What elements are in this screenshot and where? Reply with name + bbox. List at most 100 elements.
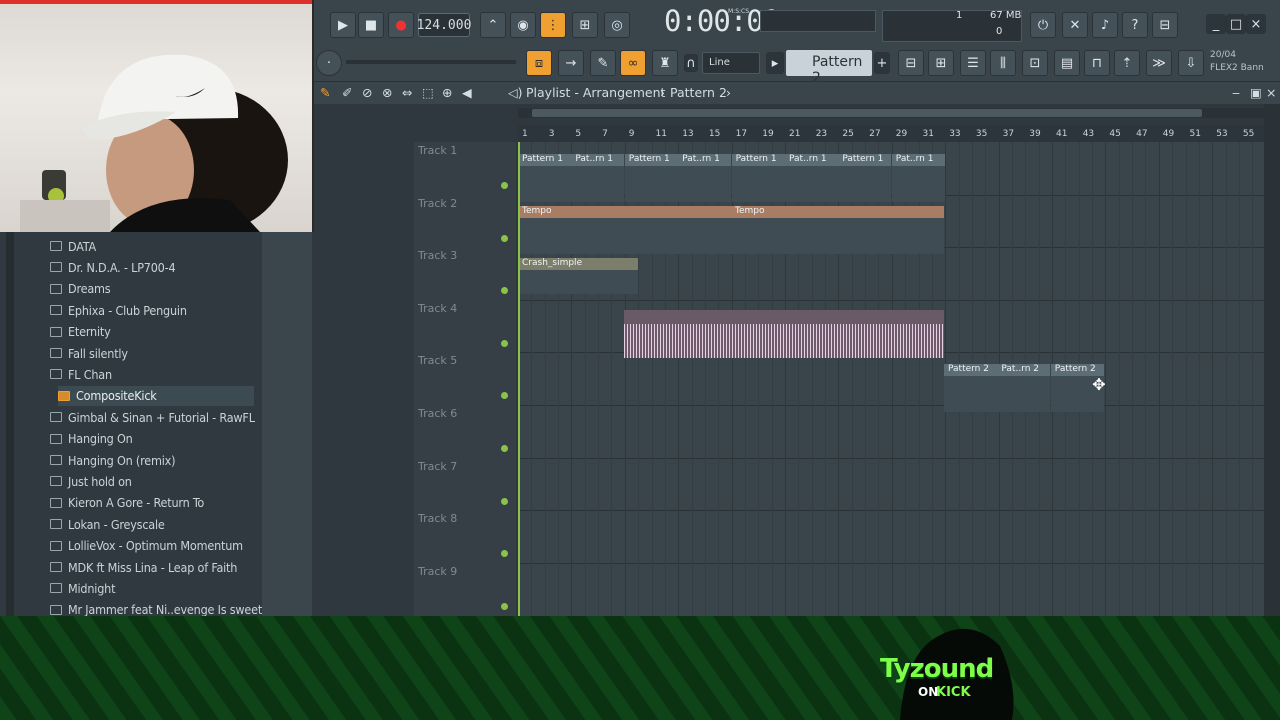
track-label[interactable]: Track 2: [418, 197, 457, 210]
browser-icon[interactable]: ⊡: [1022, 50, 1048, 76]
playhead[interactable]: [518, 142, 520, 616]
track-label[interactable]: Track 5: [418, 354, 457, 367]
track-label[interactable]: Track 3: [418, 249, 457, 262]
track-enable-dot[interactable]: [501, 602, 508, 610]
reset-icon[interactable]: ⏻: [1030, 12, 1056, 38]
track-enable-dot[interactable]: [501, 182, 508, 189]
arrangement-grid[interactable]: Pattern 1 Pat..rn 1 Pattern 1 Pat..rn 1 Patt…: [518, 142, 1268, 616]
pattern-clip[interactable]: Pat..rn 1: [891, 154, 945, 202]
track-enable-dot[interactable]: [501, 339, 508, 347]
window-close-icon[interactable]: ×: [1266, 85, 1276, 100]
automation-clip[interactable]: Tempo: [518, 206, 731, 254]
mixer-icon[interactable]: ⊟: [898, 50, 924, 76]
window-minimize-icon[interactable]: ‒: [1232, 85, 1240, 100]
browser-folder-item[interactable]: Hanging On: [50, 429, 133, 449]
pattern-prev-icon[interactable]: ▸: [766, 52, 784, 74]
pattern-clip[interactable]: Pattern 1: [624, 154, 678, 202]
position-slider[interactable]: [346, 60, 516, 64]
browser-folder-item[interactable]: LollieVox - Optimum Momentum: [50, 536, 243, 556]
playback-icon[interactable]: ◀: [462, 85, 472, 100]
pattern-clip[interactable]: Pat..rn 1: [571, 154, 625, 202]
browser-folder-item[interactable]: FL Chan: [50, 364, 112, 384]
snap-select[interactable]: Line: [702, 52, 760, 74]
track-enable-dot[interactable]: [501, 445, 508, 452]
pattern-select[interactable]: Pattern 2: [786, 50, 872, 86]
browser-folder-item[interactable]: Ephixa - Club Penguin: [50, 300, 187, 320]
download-icon[interactable]: ⇩: [1178, 50, 1204, 76]
timeline-ruler[interactable]: 1 3 5 7 9 11 13 15 17 19 21 23 25 27 29 31 33 35 37 39 41 43 4…: [518, 126, 1268, 142]
track-label[interactable]: Track 7: [418, 460, 457, 473]
pattern-clip[interactable]: Pattern 2: [944, 364, 997, 412]
track-label[interactable]: Track 8: [418, 512, 457, 525]
tempo-tapper-icon[interactable]: ⇡: [1114, 50, 1140, 76]
step-edit-icon[interactable]: ⊞: [572, 12, 598, 38]
save-icon[interactable]: ⊟: [1152, 12, 1178, 38]
pencil-icon[interactable]: ✎: [590, 50, 616, 76]
minimize-icon[interactable]: _: [1206, 14, 1226, 34]
faders-icon[interactable]: ⫼: [990, 50, 1016, 76]
automation-clip[interactable]: Tempo: [731, 206, 944, 254]
play-button[interactable]: ▶: [330, 12, 356, 38]
stamp-icon[interactable]: ♜: [652, 50, 678, 76]
metronome-icon[interactable]: ⌃: [480, 12, 506, 38]
track-enable-dot[interactable]: [501, 287, 508, 295]
browser-folder-item[interactable]: Dr. N.D.A. - LP700-4: [50, 257, 176, 277]
pattern-clip[interactable]: Pat..rn 1: [678, 154, 732, 202]
pattern-clip[interactable]: Pattern 1: [518, 154, 571, 202]
microphone-icon[interactable]: ♪: [1092, 12, 1118, 38]
loop-record-icon[interactable]: ◎: [604, 12, 630, 38]
browser-folder-item[interactable]: Just hold on: [50, 471, 132, 491]
slip-icon[interactable]: ⇔: [402, 85, 412, 100]
close-icon[interactable]: ×: [1246, 14, 1266, 34]
track-label[interactable]: Track 1: [418, 144, 457, 157]
vertical-scrollbar[interactable]: [1264, 104, 1280, 616]
window-restore-icon[interactable]: ▣: [1250, 85, 1262, 100]
horizontal-scrollbar[interactable]: [518, 108, 1268, 118]
brush-icon[interactable]: ✐: [342, 85, 352, 100]
master-pitch-knob-icon[interactable]: ·: [316, 50, 342, 76]
record-button[interactable]: ●: [388, 12, 414, 38]
master-volume-meter[interactable]: [760, 10, 876, 32]
maximize-icon[interactable]: □: [1226, 14, 1246, 34]
browser-folder-item[interactable]: DATA: [50, 236, 96, 256]
delete-icon[interactable]: ⊘: [362, 85, 372, 100]
wait-record-icon[interactable]: ◉: [510, 12, 536, 38]
browser-folder-item[interactable]: Gimbal & Sinan + Futorial - RawFL: [50, 407, 255, 427]
pattern-clip[interactable]: Pattern 1: [731, 154, 785, 202]
track-enable-dot[interactable]: [501, 392, 508, 400]
browser-folder-item[interactable]: Midnight: [50, 578, 116, 598]
pattern-clip[interactable]: Pattern 1: [838, 154, 892, 202]
countdown-icon[interactable]: ⋮: [540, 12, 566, 38]
pattern-clip[interactable]: Pat..rn 1: [785, 154, 838, 202]
select-icon[interactable]: ⬚: [422, 85, 434, 100]
browser-scrollbar[interactable]: [6, 232, 14, 616]
scrollbar-thumb[interactable]: [532, 109, 1202, 117]
speaker-icon[interactable]: ◁): [508, 85, 523, 100]
piano-roll-icon[interactable]: ⊞: [928, 50, 954, 76]
browser-folder-item[interactable]: Kieron A Gore - Return To: [50, 493, 204, 513]
track-label[interactable]: Track 4: [418, 302, 457, 315]
mute-icon[interactable]: ⊗: [382, 85, 392, 100]
paint-icon[interactable]: ✎: [320, 85, 330, 100]
channel-rack-icon[interactable]: ☰: [960, 50, 986, 76]
magnet-icon[interactable]: ∩: [684, 54, 698, 72]
help-icon[interactable]: ?: [1122, 12, 1148, 38]
track-enable-dot[interactable]: [501, 234, 508, 242]
tools-icon[interactable]: ✕: [1062, 12, 1088, 38]
zoom-icon[interactable]: ⊕: [442, 85, 452, 100]
audio-clip-pink[interactable]: [624, 310, 944, 358]
breadcrumb-pattern[interactable]: Pattern 2: [670, 85, 727, 100]
browser-folder-item[interactable]: Lokan - Greyscale: [50, 514, 165, 534]
pattern-clip[interactable]: Pat..rn 2: [997, 364, 1051, 412]
browser-folder-item[interactable]: Eternity: [50, 322, 111, 342]
stop-button[interactable]: ■: [358, 12, 384, 38]
plugin-icon[interactable]: ⊓: [1084, 50, 1110, 76]
browser-folder-item[interactable]: Dreams: [50, 279, 111, 299]
bird-icon[interactable]: ≫: [1146, 50, 1172, 76]
link-icon[interactable]: ∞: [620, 50, 646, 76]
tempo-display[interactable]: 124.000: [417, 13, 471, 37]
track-enable-dot[interactable]: [501, 497, 508, 505]
browser-folder-item[interactable]: Fall silently: [50, 343, 128, 363]
file-icon[interactable]: ▤: [1054, 50, 1080, 76]
browser-folder-item[interactable]: Hanging On (remix): [50, 450, 176, 470]
